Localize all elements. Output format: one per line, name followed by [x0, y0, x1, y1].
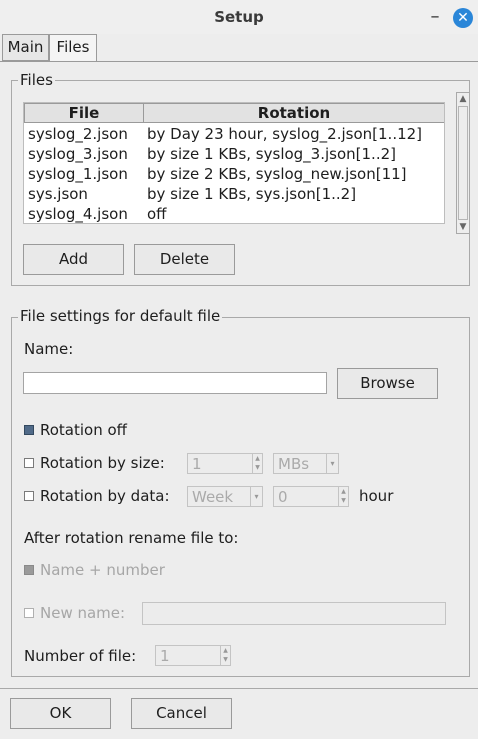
number-of-file-value: 1 — [160, 647, 170, 665]
name-number-label[interactable]: Name + number — [40, 561, 165, 579]
file-cell: syslog_1.json — [28, 165, 128, 183]
browse-button[interactable]: Browse — [337, 368, 438, 399]
data-hour-spinner[interactable]: 0 ▲ ▼ — [273, 486, 349, 507]
scroll-thumb[interactable] — [458, 106, 468, 220]
size-spinner-value: 1 — [192, 455, 202, 473]
file-cell: syslog_3.json — [28, 145, 128, 163]
rotation-cell: by size 1 KBs, syslog_3.json[1..2] — [147, 145, 396, 163]
files-table-scrollbar[interactable]: ▲ ▼ — [456, 92, 470, 234]
file-cell: sys.json — [28, 185, 88, 203]
data-period-value: Week — [192, 488, 234, 506]
number-of-file-spinner[interactable]: 1 ▲ ▼ — [155, 645, 231, 666]
name-field[interactable] — [23, 372, 327, 394]
scroll-down-arrow-icon[interactable]: ▼ — [457, 221, 469, 233]
new-name-radio[interactable] — [24, 608, 34, 618]
hour-label: hour — [359, 487, 394, 505]
data-period-select[interactable]: Week ▾ — [187, 486, 263, 507]
add-button[interactable]: Add — [23, 244, 124, 275]
file-settings-legend: File settings for default file — [18, 307, 223, 325]
minimize-icon[interactable]: – — [426, 6, 444, 27]
new-name-label[interactable]: New name: — [40, 604, 125, 622]
name-number-radio[interactable] — [24, 565, 34, 575]
close-icon[interactable]: ✕ — [453, 8, 473, 28]
file-cell: syslog_4.json — [28, 205, 128, 223]
spinner-arrows-icon[interactable]: ▲ ▼ — [338, 487, 348, 506]
table-row[interactable]: syslog_3.json by size 1 KBs, syslog_3.js… — [24, 144, 444, 164]
number-of-file-label: Number of file: — [24, 647, 137, 665]
chevron-down-icon[interactable]: ▾ — [250, 487, 262, 506]
cancel-button[interactable]: Cancel — [131, 698, 232, 729]
spinner-arrows-icon[interactable]: ▲ ▼ — [252, 454, 262, 473]
file-cell: syslog_2.json — [28, 125, 128, 143]
files-group-legend: Files — [18, 71, 55, 89]
column-header-file[interactable]: File — [24, 103, 144, 123]
rotation-by-size-label[interactable]: Rotation by size: — [40, 454, 165, 472]
rotation-by-size-radio[interactable] — [24, 458, 34, 468]
name-label: Name: — [24, 340, 74, 358]
chevron-down-icon[interactable]: ▾ — [326, 454, 338, 473]
window-title: Setup — [214, 8, 264, 26]
tab-files[interactable]: Files — [49, 34, 97, 62]
footer-separator — [0, 688, 478, 689]
files-table[interactable]: File Rotation syslog_2.json by Day 23 ho… — [23, 102, 445, 224]
tab-main[interactable]: Main — [2, 34, 49, 61]
rotation-cell: by size 1 KBs, sys.json[1..2] — [147, 185, 357, 203]
rotation-off-radio[interactable] — [24, 425, 34, 435]
delete-button[interactable]: Delete — [134, 244, 235, 275]
rotation-cell: off — [147, 205, 167, 223]
scroll-up-arrow-icon[interactable]: ▲ — [457, 93, 469, 105]
new-name-field[interactable] — [142, 602, 446, 625]
size-unit-select[interactable]: MBs ▾ — [273, 453, 339, 474]
rotation-off-label[interactable]: Rotation off — [40, 421, 127, 439]
column-header-rotation[interactable]: Rotation — [143, 103, 444, 123]
tab-panel-border — [0, 61, 478, 62]
rotation-by-data-radio[interactable] — [24, 491, 34, 501]
size-unit-value: MBs — [278, 455, 310, 473]
rotation-by-data-label[interactable]: Rotation by data: — [40, 487, 170, 505]
after-rotation-label: After rotation rename file to: — [24, 529, 239, 547]
data-hour-value: 0 — [278, 488, 288, 506]
spinner-arrows-icon[interactable]: ▲ ▼ — [220, 646, 230, 665]
table-row[interactable]: syslog_1.json by size 2 KBs, syslog_new.… — [24, 164, 444, 184]
table-row[interactable]: syslog_2.json by Day 23 hour, syslog_2.j… — [24, 124, 444, 144]
table-row[interactable]: sys.json by size 1 KBs, sys.json[1..2] — [24, 184, 444, 204]
rotation-cell: by size 2 KBs, syslog_new.json[11] — [147, 165, 407, 183]
table-row[interactable]: syslog_4.json off — [24, 204, 444, 223]
rotation-cell: by Day 23 hour, syslog_2.json[1..12] — [147, 125, 423, 143]
ok-button[interactable]: OK — [10, 698, 111, 729]
size-spinner[interactable]: 1 ▲ ▼ — [187, 453, 263, 474]
